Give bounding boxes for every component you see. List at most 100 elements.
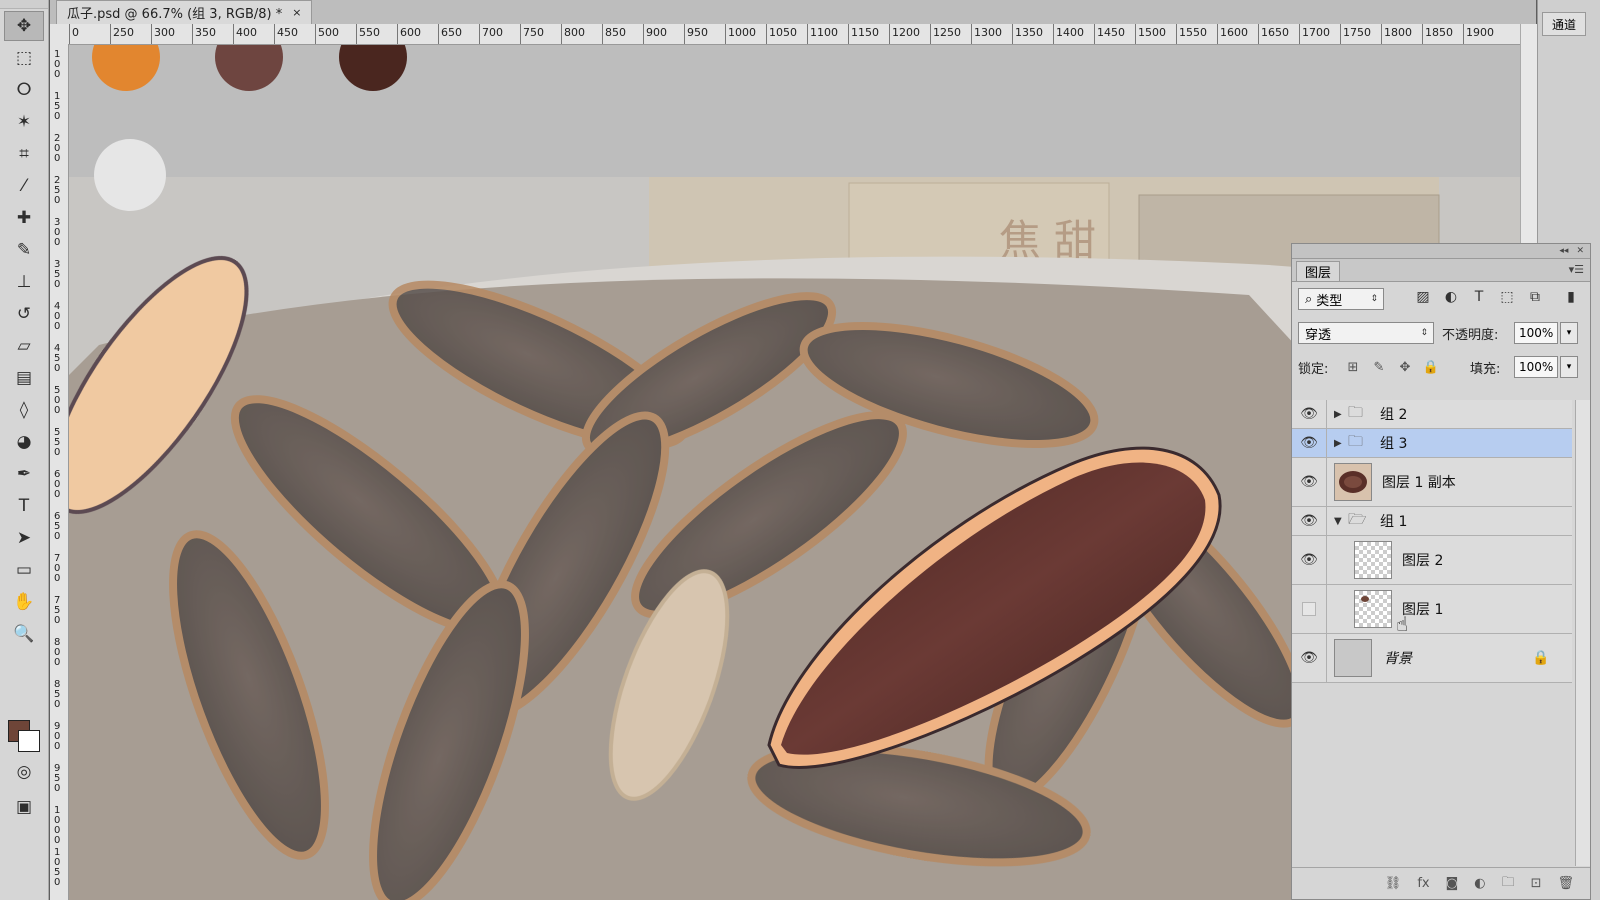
add-mask-icon[interactable]: ◙ <box>1446 876 1459 891</box>
eye-icon[interactable]: 👁 <box>1292 634 1327 682</box>
layer-row-group-1[interactable]: 👁 ▼ 🗁 组 1 <box>1292 507 1572 536</box>
shape-tool-icon[interactable]: ▭ <box>4 555 44 585</box>
lock-all-icon[interactable]: 🔒 <box>1422 358 1440 376</box>
new-group-icon[interactable]: 🗀 <box>1502 873 1515 895</box>
ruler-label: 800 <box>54 637 61 668</box>
layer-thumbnail <box>1354 541 1392 579</box>
layers-scrollbar[interactable] <box>1575 400 1590 866</box>
eye-toggle-hidden[interactable] <box>1292 585 1327 633</box>
new-layer-icon[interactable]: ⊡ <box>1531 876 1542 891</box>
layer-row-layer-1[interactable]: 图层 1 <box>1292 585 1572 634</box>
ruler-label: 0 <box>72 26 79 39</box>
marquee-tool-icon[interactable]: ⬚ <box>4 43 44 73</box>
filter-toggle-icon[interactable]: ▮ <box>1562 288 1580 306</box>
layer-name[interactable]: 组 2 <box>1380 400 1407 428</box>
fill-input[interactable]: 100% <box>1514 356 1558 378</box>
brush-tool-icon[interactable]: ✎ <box>4 235 44 265</box>
blur-tool-icon[interactable]: ◊ <box>4 395 44 425</box>
eye-icon[interactable]: 👁 <box>1292 400 1327 428</box>
link-layers-icon[interactable]: ⛓ <box>1385 876 1402 891</box>
eye-icon[interactable]: 👁 <box>1292 536 1327 584</box>
crop-tool-icon[interactable]: ⌗ <box>4 139 44 169</box>
delete-layer-icon[interactable]: 🗑 <box>1557 876 1574 891</box>
color-sample-white <box>94 139 166 211</box>
collapse-arrow-icon[interactable]: ▼ <box>1334 507 1342 535</box>
blend-mode-select[interactable]: 穿透 ⇕ <box>1298 322 1434 344</box>
filter-kind-select[interactable]: ⌕ 类型 ⇕ <box>1298 288 1384 310</box>
panel-close-icon[interactable]: ✕ <box>1576 246 1584 256</box>
quick-mask-icon[interactable]: ◎ <box>4 757 44 787</box>
tab-layers[interactable]: 图层 <box>1296 261 1341 281</box>
pixel-filter-icon[interactable]: ▨ <box>1414 288 1432 306</box>
collapse-icon[interactable]: ◂◂ <box>1559 246 1568 256</box>
expand-arrow-icon[interactable]: ▶ <box>1334 400 1342 428</box>
fill-label: 填充: <box>1470 362 1501 377</box>
ruler-tick <box>192 24 193 44</box>
layer-name[interactable]: 组 3 <box>1380 429 1407 457</box>
ruler-label: 1650 <box>1261 26 1289 39</box>
lock-position-icon[interactable]: ✥ <box>1396 358 1414 376</box>
opacity-dropdown-icon[interactable]: ▾ <box>1560 322 1578 344</box>
gradient-tool-icon[interactable]: ▤ <box>4 363 44 393</box>
adjustment-filter-icon[interactable]: ◐ <box>1442 288 1460 306</box>
ruler-label: 650 <box>441 26 462 39</box>
stamp-tool-icon[interactable]: ⊥ <box>4 267 44 297</box>
hand-tool-icon[interactable]: ✋ <box>4 587 44 617</box>
vertical-ruler[interactable]: 100 150 200 250 300 350 400 450 500 550 600 650 700 7… <box>50 44 69 900</box>
lock-transparent-icon[interactable]: ⊞ <box>1344 358 1362 376</box>
layer-row-group-2[interactable]: 👁 ▶ 🗀 组 2 <box>1292 400 1572 429</box>
lock-pixels-icon[interactable]: ✎ <box>1370 358 1388 376</box>
pen-tool-icon[interactable]: ✒ <box>4 459 44 489</box>
layer-name[interactable]: 背景 <box>1384 634 1412 682</box>
eye-icon[interactable]: 👁 <box>1292 429 1327 457</box>
background-color-swatch[interactable] <box>18 730 40 752</box>
fill-dropdown-icon[interactable]: ▾ <box>1560 356 1578 378</box>
layer-name[interactable]: 组 1 <box>1380 507 1407 535</box>
layer-row-group-3[interactable]: 👁 ▶ 🗀 组 3 <box>1292 429 1572 458</box>
layer-row-background[interactable]: 👁 背景 🔒 <box>1292 634 1572 683</box>
adjustment-layer-icon[interactable]: ◐ <box>1474 876 1485 891</box>
layer-row-layer-1-copy[interactable]: 👁 图层 1 副本 <box>1292 458 1572 507</box>
ruler-label: 1550 <box>1179 26 1207 39</box>
layer-name[interactable]: 图层 1 <box>1402 585 1443 633</box>
dodge-tool-icon[interactable]: ◕ <box>4 427 44 457</box>
layer-style-icon[interactable]: fx <box>1417 876 1429 891</box>
type-filter-icon[interactable]: T <box>1470 288 1488 306</box>
document-tab-bar: 瓜子.psd @ 66.7% (组 3, RGB/8) * × <box>50 0 1536 24</box>
quick-select-tool-icon[interactable]: ✶ <box>4 107 44 137</box>
shape-filter-icon[interactable]: ⬚ <box>1498 288 1516 306</box>
lasso-tool-icon[interactable]: ⵔ <box>4 75 44 105</box>
eraser-tool-icon[interactable]: ▱ <box>4 331 44 361</box>
channels-tab[interactable]: 通道 <box>1542 12 1586 36</box>
layer-name[interactable]: 图层 1 副本 <box>1382 458 1456 506</box>
opacity-input[interactable]: 100% <box>1514 322 1558 344</box>
close-icon[interactable]: × <box>292 6 301 19</box>
smart-object-filter-icon[interactable]: ⧉ <box>1526 288 1544 306</box>
horizontal-ruler[interactable]: 0 250 300 350 400 450 500 550 600 650 700 750 800 850… <box>50 24 1536 45</box>
healing-brush-tool-icon[interactable]: ✚ <box>4 203 44 233</box>
eyedropper-tool-icon[interactable]: ⁄ <box>4 171 44 201</box>
layer-name[interactable]: 图层 2 <box>1402 536 1443 584</box>
ruler-tick <box>1463 24 1464 44</box>
ruler-label: 800 <box>564 26 585 39</box>
ruler-tick <box>110 24 111 44</box>
ruler-label: 1500 <box>1138 26 1166 39</box>
layer-row-layer-2[interactable]: 👁 图层 2 <box>1292 536 1572 585</box>
ruler-tick <box>274 24 275 44</box>
ruler-label: 1200 <box>892 26 920 39</box>
screen-mode-icon[interactable]: ▣ <box>4 792 44 822</box>
eye-icon[interactable]: 👁 <box>1292 458 1327 506</box>
expand-arrow-icon[interactable]: ▶ <box>1334 429 1342 457</box>
history-brush-tool-icon[interactable]: ↺ <box>4 299 44 329</box>
move-tool-icon[interactable]: ✥ <box>4 11 44 41</box>
zoom-tool-icon[interactable]: 🔍 <box>4 619 44 649</box>
ruler-tick <box>848 24 849 44</box>
panel-menu-icon[interactable]: ▾☰ <box>1569 263 1584 276</box>
eye-icon[interactable]: 👁 <box>1292 507 1327 535</box>
document-tab[interactable]: 瓜子.psd @ 66.7% (组 3, RGB/8) * × <box>56 0 313 24</box>
toolbar-grip[interactable] <box>0 0 48 9</box>
type-tool-icon[interactable]: T <box>4 491 44 521</box>
ruler-label: 1600 <box>1220 26 1248 39</box>
filter-row: ⌕ 类型 ⇕ ▨ ◐ T ⬚ ⧉ ▮ <box>1292 282 1590 316</box>
path-select-tool-icon[interactable]: ➤ <box>4 523 44 553</box>
